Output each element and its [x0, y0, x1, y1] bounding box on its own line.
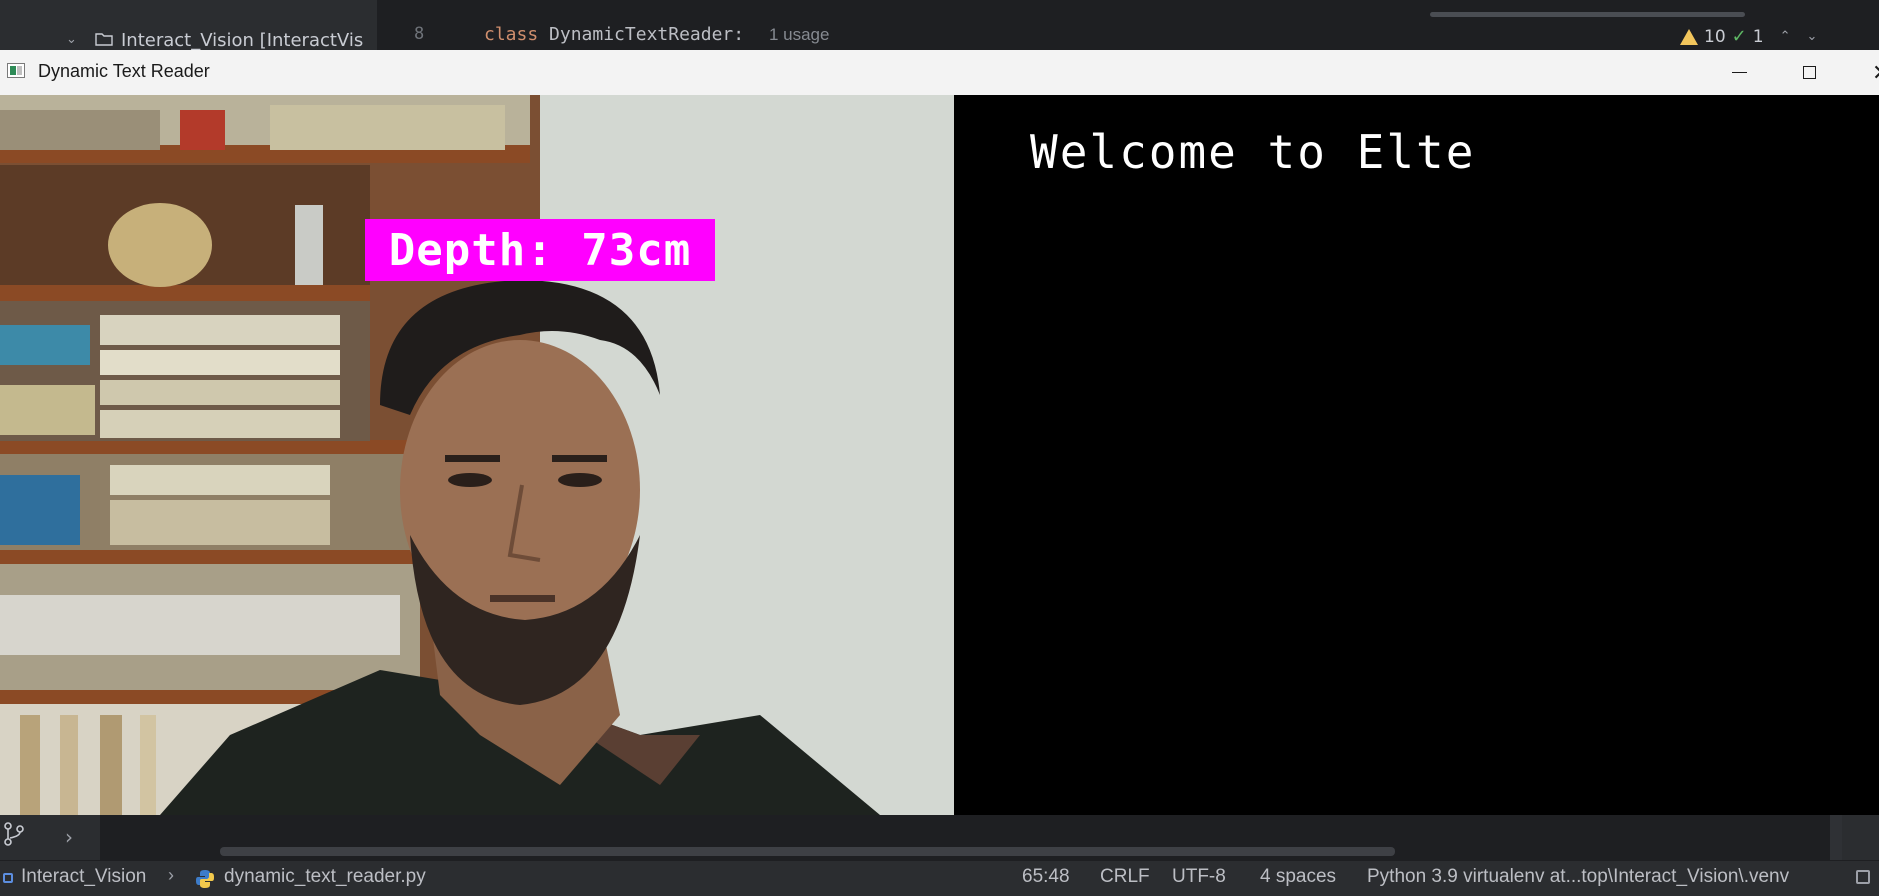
- folder-icon: [95, 33, 113, 46]
- check-icon: ✓: [1731, 26, 1747, 47]
- terminal-scrollbar[interactable]: [220, 847, 1395, 856]
- lock-icon[interactable]: [1856, 870, 1870, 884]
- maximize-icon: [1802, 66, 1816, 79]
- status-bar: Interact_Vision › dynamic_text_reader.py…: [0, 860, 1879, 896]
- cursor-position[interactable]: 65:48: [1022, 866, 1070, 888]
- window-title-bar[interactable]: Dynamic Text Reader ✕: [0, 50, 1879, 96]
- code-keyword: class: [484, 24, 539, 45]
- module-icon: [3, 873, 13, 883]
- dynamic-text-reader-window: Dynamic Text Reader ✕: [0, 50, 1879, 815]
- chevron-down-icon[interactable]: ⌄: [66, 32, 77, 47]
- breadcrumb-project[interactable]: Interact_Vision: [21, 866, 146, 888]
- line-number: 8: [414, 24, 425, 44]
- indent-setting[interactable]: 4 spaces: [1260, 866, 1336, 888]
- breadcrumb-file[interactable]: dynamic_text_reader.py: [224, 866, 426, 888]
- text-display-panel: Welcome to Elte: [954, 95, 1879, 815]
- ide-bottom-area: › Interact_Vision › dynamic_text_reader.…: [0, 815, 1879, 896]
- inspection-widget[interactable]: 10 ✓ 1 ⌃ ⌄: [1680, 26, 1817, 47]
- terminal-area[interactable]: [100, 815, 1830, 860]
- minimize-button[interactable]: [1704, 50, 1774, 95]
- python-interpreter[interactable]: Python 3.9 virtualenv at...top\Interact_…: [1367, 866, 1789, 888]
- code-line[interactable]: class DynamicTextReader: 1 usage: [484, 24, 829, 45]
- webcam-image: [0, 95, 954, 815]
- editor-horizontal-scrollbar[interactable]: [1430, 12, 1745, 17]
- file-encoding[interactable]: UTF-8: [1172, 866, 1226, 888]
- warning-count: 10: [1704, 26, 1726, 47]
- ide-top-strip: ⌄ Interact_Vision [InteractVis 8 class D…: [0, 0, 1879, 51]
- line-endings[interactable]: CRLF: [1100, 866, 1150, 888]
- git-tool-strip: [0, 815, 42, 860]
- camera-feed: Depth: 73cm: [0, 95, 954, 815]
- chevron-right-icon: ›: [168, 865, 174, 885]
- chevron-right-icon[interactable]: ›: [65, 825, 73, 849]
- welcome-text: Welcome to Elte: [1030, 125, 1476, 179]
- chevron-up-icon[interactable]: ⌃: [1780, 29, 1791, 44]
- ide-left-tool-strip: [0, 0, 43, 50]
- close-button[interactable]: ✕: [1844, 50, 1879, 95]
- maximize-button[interactable]: [1774, 50, 1844, 95]
- python-file-icon: [196, 870, 214, 888]
- warning-icon: [1680, 28, 1698, 45]
- app-icon: [7, 63, 25, 78]
- usage-hint[interactable]: 1 usage: [769, 25, 830, 44]
- close-icon: ✕: [1872, 60, 1879, 86]
- ok-count: 1: [1752, 26, 1764, 47]
- window-title: Dynamic Text Reader: [38, 61, 210, 81]
- chevron-down-icon[interactable]: ⌄: [1806, 29, 1817, 44]
- project-tree-root[interactable]: Interact_Vision [InteractVis: [121, 30, 363, 51]
- git-branch-icon[interactable]: [2, 821, 26, 847]
- vertical-scrollbar[interactable]: [1830, 815, 1842, 860]
- minimize-icon: [1731, 72, 1747, 73]
- code-class-name: DynamicTextReader:: [549, 24, 745, 45]
- depth-overlay-label: Depth: 73cm: [365, 219, 715, 281]
